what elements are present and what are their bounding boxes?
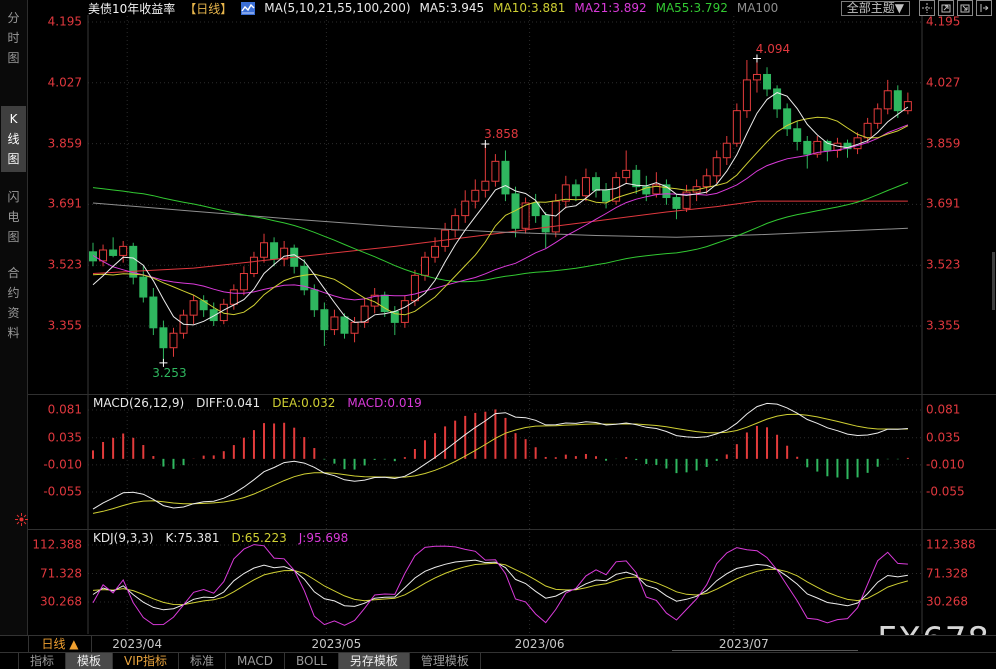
sidebar-item-flash-chart[interactable]: 闪电图 xyxy=(1,184,26,250)
kdj-j-value: J:95.698 xyxy=(298,531,349,545)
axis-tick-label: 3.523 xyxy=(47,257,82,272)
kdj-header: KDJ(9,3,3) K:75.381 D:65.223 J:95.698 xyxy=(93,531,348,545)
chart-toolbar xyxy=(919,0,992,16)
tab-vip-indicators[interactable]: VIP指标 xyxy=(113,653,180,669)
kdj-params-label: KDJ(9,3,3) xyxy=(93,531,154,545)
time-axis-bar: 日线 ▲ 2023/04 2023/05 2023/06 2023/07 xyxy=(0,635,996,652)
period-selector[interactable]: 日线 ▲ xyxy=(28,636,92,652)
price-annotation: 3.858 xyxy=(484,126,519,141)
kdj-panel xyxy=(92,544,909,626)
kdj-d-value: D:65.223 xyxy=(231,531,287,545)
chart-topbar: 美债10年收益率 【日线】 MA(5,10,21,55,100,200) MA5… xyxy=(88,0,992,16)
kdj-k-value: K:75.381 xyxy=(165,531,220,545)
axis-tick-label: 112.388 xyxy=(926,537,976,552)
ma55-value: MA55:3.792 xyxy=(655,1,728,15)
crosshair-pan-icon[interactable] xyxy=(919,0,935,16)
ma5-value: MA5:3.945 xyxy=(419,1,485,15)
axis-tick-label: 3.691 xyxy=(926,196,961,211)
trading-terminal: 美债10年收益率 【日线】 MA(5,10,21,55,100,200) MA5… xyxy=(0,0,996,669)
pan-right-icon[interactable] xyxy=(976,0,992,16)
axis-tick-label: 71.328 xyxy=(40,566,82,580)
zoom-range-indicator[interactable] xyxy=(672,650,858,651)
axis-tick-label: -0.055 xyxy=(926,484,965,499)
macd-dea-value: DEA:0.032 xyxy=(272,396,336,410)
price-annotation: 3.253 xyxy=(152,365,187,380)
sidebar-item-contract-info[interactable]: 合约资料 xyxy=(1,260,26,346)
axis-tick-label: 3.859 xyxy=(926,136,961,151)
tab-boll[interactable]: BOLL xyxy=(285,653,339,669)
macd-macd-value: MACD:0.019 xyxy=(347,396,422,410)
macd-panel xyxy=(92,402,909,514)
right-scrollbar-thumb[interactable] xyxy=(992,252,995,310)
chart-style-icon[interactable] xyxy=(241,1,256,15)
sidebar-item-timeline-chart[interactable]: 分时图 xyxy=(1,5,26,71)
alert-marker-icon[interactable] xyxy=(15,513,28,529)
ma10-value: MA10:3.881 xyxy=(493,1,566,15)
x-axis-date-label: 2023/05 xyxy=(311,637,362,651)
macd-params-label: MACD(26,12,9) xyxy=(93,396,185,410)
ma100-value: MA100 xyxy=(736,1,779,15)
theme-dropdown-button[interactable]: 全部主题▼ xyxy=(840,0,910,16)
axis-tick-label: -0.010 xyxy=(926,457,965,472)
axis-tick-label: 4.027 xyxy=(926,75,961,90)
period-tag: 【日线】 xyxy=(184,1,233,16)
tab-indicators[interactable]: 指标 xyxy=(19,653,67,669)
axis-tick-label: 0.081 xyxy=(47,402,82,417)
axis-tick-label: 0.035 xyxy=(47,430,82,445)
axis-tick-label: -0.010 xyxy=(43,457,82,472)
axis-tick-label: 4.195 xyxy=(47,14,82,29)
zoom-in-region-icon[interactable] xyxy=(938,0,954,16)
axis-tick-label: 0.081 xyxy=(926,402,961,417)
instrument-title: 美债10年收益率 xyxy=(88,1,176,16)
axis-tick-label: 3.859 xyxy=(47,136,82,151)
x-axis-date-label: 2023/06 xyxy=(514,637,565,651)
price-annotation: 4.094 xyxy=(755,41,791,56)
axis-tick-label: 4.027 xyxy=(47,75,82,90)
axis-tick-label: 3.355 xyxy=(47,318,82,333)
ma-params-label: MA(5,10,21,55,100,200) xyxy=(264,1,411,15)
tab-standard[interactable]: 标准 xyxy=(179,653,227,669)
axis-tick-label: -0.055 xyxy=(43,484,82,499)
ma21-value: MA21:3.892 xyxy=(574,1,647,15)
left-sidebar: 分时图 K线图 闪电图 合约资料 xyxy=(0,0,28,635)
axis-tick-label: 3.355 xyxy=(926,318,961,333)
macd-diff-value: DIFF:0.041 xyxy=(196,396,261,410)
tab-manage-template[interactable]: 管理模板 xyxy=(410,653,481,669)
x-axis-date-label: 2023/04 xyxy=(112,637,163,651)
tab-save-template[interactable]: 另存模板 xyxy=(338,653,410,669)
candlestick-chart-canvas[interactable] xyxy=(0,0,996,669)
macd-header: MACD(26,12,9) DIFF:0.041 DEA:0.032 MACD:… xyxy=(93,396,422,410)
tab-macd[interactable]: MACD xyxy=(226,653,286,669)
indicator-tab-bar: 指标 模板 VIP指标 标准 MACD BOLL 另存模板 管理模板 xyxy=(0,652,996,669)
axis-tick-label: 0.035 xyxy=(926,430,961,445)
axis-tick-label: 4.195 xyxy=(926,14,961,29)
axis-tick-label: 112.388 xyxy=(32,537,82,552)
axis-tick-label: 3.523 xyxy=(926,257,961,272)
main-panel xyxy=(89,58,912,363)
zoom-reset-icon[interactable] xyxy=(957,0,973,16)
axis-tick-label: 30.268 xyxy=(40,594,82,609)
tab-templates[interactable]: 模板 xyxy=(66,653,114,669)
axis-tick-label: 3.691 xyxy=(47,196,82,211)
axis-tick-label: 30.268 xyxy=(926,594,968,609)
sidebar-item-kline-chart[interactable]: K线图 xyxy=(1,106,26,172)
axis-tick-label: 71.328 xyxy=(926,566,968,580)
